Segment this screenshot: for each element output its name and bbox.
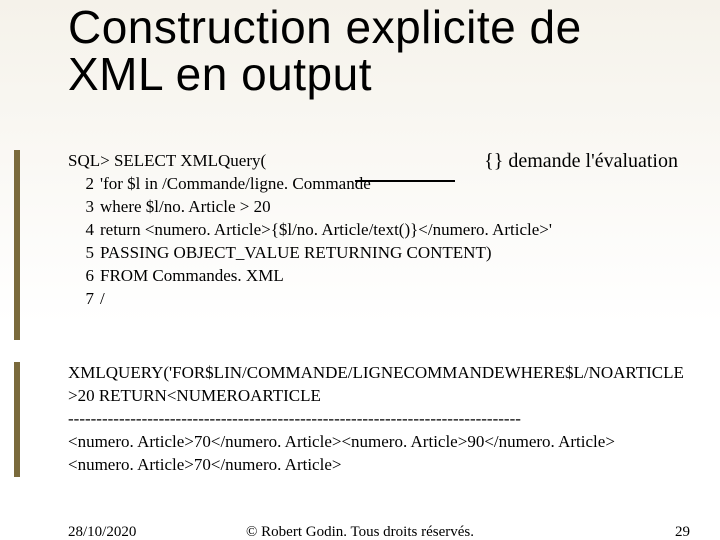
slide: Construction explicite de XML en output …	[0, 0, 720, 540]
accent-bar	[14, 150, 20, 340]
code-text: where $l/no. Article > 20	[100, 197, 271, 216]
code-line: SQL> SELECT XMLQuery(	[68, 150, 688, 173]
code-text: SQL> SELECT XMLQuery(	[68, 151, 266, 170]
code-text: return <numero. Article>{$l/no. Article/…	[100, 220, 552, 239]
output-line: ----------------------------------------…	[68, 408, 688, 431]
line-number: 4	[68, 219, 94, 242]
code-text: 'for $l in /Commande/ligne. Commande	[100, 174, 371, 193]
code-line: 6 FROM Commandes. XML	[68, 265, 688, 288]
code-line: 4 return <numero. Article>{$l/no. Article…	[68, 219, 688, 242]
code-line: 5 PASSING OBJECT_VALUE RETURNING CONTENT)	[68, 242, 688, 265]
line-number: 5	[68, 242, 94, 265]
code-text: FROM Commandes. XML	[100, 266, 284, 285]
footer-page-number: 29	[675, 524, 690, 540]
output-line: <numero. Article>70</numero. Article>	[68, 454, 688, 477]
line-number: 6	[68, 265, 94, 288]
output-line: <numero. Article>70</numero. Article><nu…	[68, 431, 688, 454]
accent-bar	[14, 362, 20, 477]
footer-copyright: © Robert Godin. Tous droits réservés.	[0, 524, 720, 540]
code-line: 7/	[68, 288, 688, 311]
line-number: 2	[68, 173, 94, 196]
output-block: XMLQUERY('FOR$LIN/COMMANDE/LIGNECOMMANDE…	[68, 362, 688, 477]
code-line: 3 where $l/no. Article > 20	[68, 196, 688, 219]
code-line: 2 'for $l in /Commande/ligne. Commande	[68, 173, 688, 196]
line-number: 3	[68, 196, 94, 219]
code-block: SQL> SELECT XMLQuery( 2 'for $l in /Comma…	[68, 150, 688, 311]
code-text: PASSING OBJECT_VALUE RETURNING CONTENT)	[100, 243, 492, 262]
line-number: 7	[68, 288, 94, 311]
slide-title: Construction explicite de XML en output	[68, 4, 688, 98]
output-line: XMLQUERY('FOR$LIN/COMMANDE/LIGNECOMMANDE…	[68, 362, 688, 408]
code-text: /	[100, 289, 105, 308]
